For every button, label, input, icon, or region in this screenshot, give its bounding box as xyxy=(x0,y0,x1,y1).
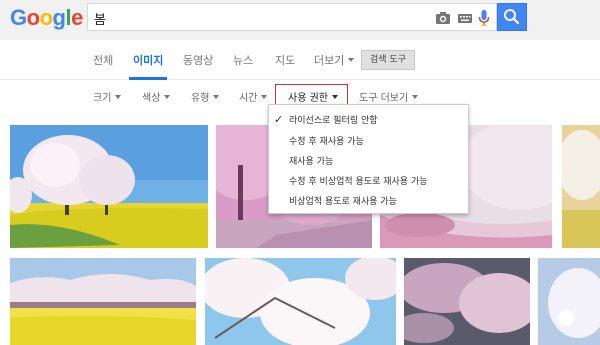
filter-color-label: 색상 xyxy=(142,93,161,104)
menu-item-no-license-filter[interactable]: 라이선스로 필터링 안함 xyxy=(289,113,378,126)
tab-images[interactable]: 이미지 xyxy=(133,52,163,68)
logo-letter: o xyxy=(39,5,53,30)
image-thumbnail xyxy=(404,258,530,345)
search-icon xyxy=(504,9,520,25)
header: Google xyxy=(0,0,600,40)
chevron-down-icon xyxy=(348,58,355,62)
menu-item-noncommercial-reuse-with-modification[interactable]: 수정 후 비상업적 용도로 재사용 가능 xyxy=(289,174,428,187)
search-input[interactable] xyxy=(94,9,394,27)
filter-more-tools[interactable]: 도구 더보기 xyxy=(359,89,419,104)
search-tabs: 전체 이미지 동영상 뉴스 지도 더보기 xyxy=(0,40,600,80)
image-result[interactable] xyxy=(538,258,600,345)
chevron-down-icon xyxy=(164,95,171,99)
logo-letter: o xyxy=(26,5,40,30)
logo-letter: e xyxy=(71,5,83,30)
image-thumbnail xyxy=(205,258,396,345)
image-thumbnail xyxy=(10,125,208,248)
tab-more[interactable]: 더보기 xyxy=(314,52,355,68)
tab-news[interactable]: 뉴스 xyxy=(233,52,253,68)
tab-more-label: 더보기 xyxy=(314,54,345,67)
active-filter-outline xyxy=(275,84,348,105)
search-button[interactable] xyxy=(497,3,527,31)
camera-icon[interactable] xyxy=(434,9,452,27)
menu-item-noncommercial-reuse[interactable]: 비상업적 용도로 재사용 가능 xyxy=(289,194,397,207)
tab-maps[interactable]: 지도 xyxy=(275,52,295,68)
chevron-down-icon xyxy=(412,95,419,99)
tab-videos[interactable]: 동영상 xyxy=(183,52,213,68)
chevron-down-icon xyxy=(261,95,268,99)
filter-color[interactable]: 색상 xyxy=(142,89,171,104)
image-thumbnail xyxy=(562,125,600,248)
filter-type[interactable]: 유형 xyxy=(191,89,220,104)
image-thumbnail xyxy=(10,258,196,345)
search-box xyxy=(87,3,497,31)
search-tools-button[interactable]: 검색 도구 xyxy=(361,50,415,70)
chevron-down-icon xyxy=(115,95,122,99)
keyboard-icon[interactable] xyxy=(456,9,474,27)
logo-letter: G xyxy=(10,5,27,30)
menu-item-reuse-with-modification[interactable]: 수정 후 재사용 가능 xyxy=(289,134,364,147)
image-result[interactable] xyxy=(10,258,196,345)
image-result[interactable] xyxy=(10,125,208,248)
filter-time-label: 시간 xyxy=(239,93,258,104)
filter-type-label: 유형 xyxy=(191,93,210,104)
usage-rights-menu: ✓ 라이선스로 필터링 안함 수정 후 재사용 가능 재사용 가능 수정 후 비… xyxy=(268,104,469,214)
image-result[interactable] xyxy=(404,258,530,345)
filter-size-label: 크기 xyxy=(93,93,112,104)
chevron-down-icon xyxy=(213,95,220,99)
image-thumbnail xyxy=(538,258,600,345)
filter-more-tools-label: 도구 더보기 xyxy=(359,93,409,104)
image-search-page: Google 봄 전체 이미지 동영상 뉴스 지도 더보기 검색 도구 크기 색… xyxy=(0,0,600,345)
image-result[interactable] xyxy=(562,125,600,248)
filter-time[interactable]: 시간 xyxy=(239,89,268,104)
logo-letter: g xyxy=(52,5,66,30)
microphone-icon[interactable] xyxy=(477,9,491,27)
checkmark-icon: ✓ xyxy=(274,113,284,126)
menu-item-reuse[interactable]: 재사용 가능 xyxy=(289,154,333,167)
active-tab-indicator xyxy=(129,77,167,80)
google-logo[interactable]: Google xyxy=(10,5,83,31)
filter-size[interactable]: 크기 xyxy=(93,89,122,104)
tab-all[interactable]: 전체 xyxy=(93,52,113,68)
image-result[interactable] xyxy=(205,258,396,345)
